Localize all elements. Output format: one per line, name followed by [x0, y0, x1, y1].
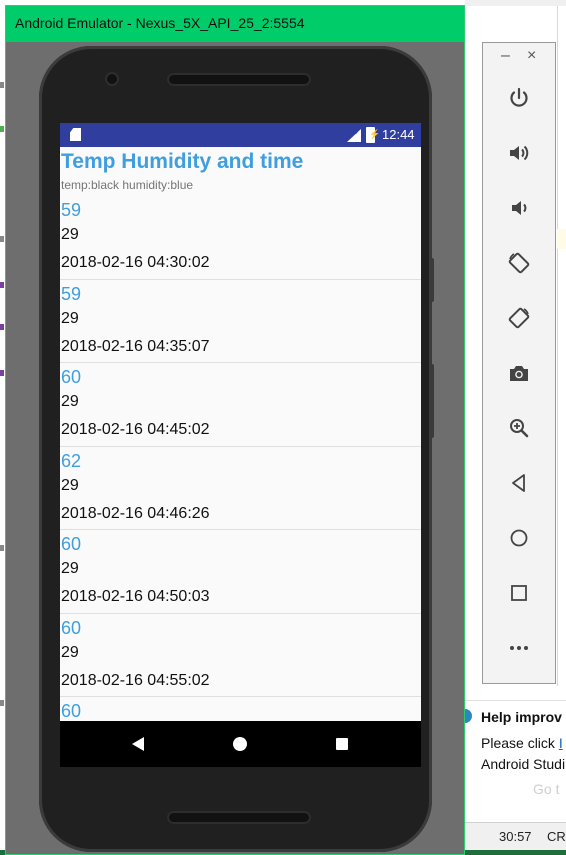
gutter-mark [0, 545, 4, 551]
desktop: Help improv Please click I Android Studi… [0, 0, 566, 855]
app-title: Temp Humidity and time [61, 150, 304, 173]
reading-time: 2018-02-16 04:55:02 [61, 671, 210, 689]
emulator-toolbar: – × [482, 42, 556, 684]
reading-humidity: 29 [61, 560, 79, 577]
notification-title: Help improv [481, 709, 562, 725]
list-item[interactable]: 59 29 2018-02-16 04:35:07 [60, 280, 421, 363]
gutter-mark [0, 236, 4, 242]
ide-editor-edge [557, 6, 558, 686]
emulator-titlebar[interactable]: Android Emulator - Nexus_5X_API_25_2:555… [6, 6, 464, 42]
reading-time: 2018-02-16 04:30:02 [61, 254, 210, 271]
list-item[interactable]: 60 29 2018-02-16 04:45:02 [60, 363, 421, 447]
camera-icon [510, 366, 528, 381]
zoom-icon [510, 419, 529, 438]
front-camera [107, 74, 117, 84]
android-status-bar: 4G ⚡ 12:44 [60, 123, 421, 147]
nav-back-icon[interactable] [132, 737, 144, 751]
reading-humidity: 29 [61, 393, 79, 410]
line-separator[interactable]: CR [547, 829, 566, 844]
home-icon [510, 529, 528, 547]
more-button[interactable] [506, 635, 532, 661]
reading-temp: 59 [61, 200, 82, 220]
reading-time: 2018-02-16 04:35:07 [61, 337, 210, 355]
android-nav-bar [60, 721, 421, 767]
power-button[interactable] [506, 85, 532, 111]
gutter-mark [0, 324, 4, 330]
power-icon [510, 87, 528, 107]
network-type: 4G [347, 127, 358, 136]
ide-status-bar: 30:57 CR [465, 822, 566, 850]
home-button[interactable] [506, 525, 532, 551]
reading-time: 2018-02-16 04:46:26 [61, 504, 210, 522]
reading-temp: 60 [61, 534, 82, 554]
reading-temp: 59 [61, 283, 82, 304]
notification-text-line2: Android Studi [481, 756, 566, 772]
reading-time: 2018-02-16 04:45:02 [61, 421, 210, 438]
rotate-left-button[interactable] [506, 250, 532, 276]
notification-link[interactable]: I [559, 735, 563, 751]
reading-temp: 62 [61, 450, 82, 471]
reading-temp: 60 [61, 367, 82, 387]
volume-side-button [430, 364, 434, 438]
emulator-window[interactable]: Android Emulator - Nexus_5X_API_25_2:555… [5, 5, 465, 855]
bottom-speaker [167, 811, 311, 824]
volume-down-button[interactable] [506, 195, 532, 221]
reading-time: 2018-02-16 04:50:03 [61, 588, 210, 605]
volume-down-icon [512, 201, 527, 215]
phone-frame: 4G ⚡ 12:44 Temp Humidity and time temp:b… [39, 46, 434, 852]
zoom-button[interactable] [506, 415, 532, 441]
screenshot-button[interactable] [506, 360, 532, 386]
list-item[interactable]: 62 29 2018-02-16 04:46:26 [60, 447, 421, 530]
gutter-mark [0, 82, 4, 88]
overview-icon [511, 585, 527, 601]
reading-humidity: 29 [61, 643, 79, 661]
battery-icon: ⚡ [366, 127, 380, 143]
ide-top-strip [465, 0, 566, 6]
notification-text: Please click I [481, 735, 563, 751]
top-speaker [167, 73, 311, 86]
overview-button[interactable] [506, 580, 532, 606]
reading-humidity: 29 [61, 226, 79, 243]
more-icon [510, 646, 528, 650]
back-icon [512, 474, 525, 492]
emulator-title: Android Emulator - Nexus_5X_API_25_2:555… [15, 15, 305, 31]
reading-temp: 60 [61, 701, 82, 721]
list-item[interactable]: 60 29 2018-02-16 04:55:02 [60, 614, 421, 697]
gutter-mark [0, 700, 4, 706]
list-item[interactable]: 60 29 2018-02-16 04:50:03 [60, 530, 421, 614]
cursor-position[interactable]: 30:57 [499, 829, 532, 844]
status-clock: 12:44 [382, 127, 415, 142]
gutter-mark [0, 370, 4, 376]
sd-card-icon [70, 128, 81, 141]
phone-screen[interactable]: 4G ⚡ 12:44 Temp Humidity and time temp:b… [60, 123, 421, 767]
list-item[interactable]: 59 29 2018-02-16 04:30:02 [60, 196, 421, 280]
rotate-left-icon [508, 252, 530, 274]
notification-ghost-text: Go t [533, 781, 560, 797]
reading-humidity: 29 [61, 476, 79, 494]
nav-recents-icon[interactable] [336, 738, 348, 750]
gutter-mark [0, 282, 4, 288]
app-subtitle: temp:black humidity:blue [61, 178, 194, 192]
notification-text-prefix: Please click [481, 735, 559, 751]
readings-list[interactable]: 59 29 2018-02-16 04:30:02 59 29 2018-02-… [60, 196, 421, 767]
reading-temp: 60 [61, 617, 82, 638]
volume-up-icon [510, 145, 529, 161]
charging-bolt-icon: ⚡ [369, 129, 381, 139]
back-button[interactable] [506, 470, 532, 496]
nav-home-icon[interactable] [233, 737, 247, 751]
close-button[interactable]: × [527, 47, 536, 65]
power-side-button [430, 258, 434, 302]
minimize-button[interactable]: – [501, 47, 510, 65]
help-improve-notification[interactable]: Help improv Please click I Android Studi… [458, 700, 566, 797]
gutter-mark [0, 126, 4, 132]
rotate-right-icon [508, 307, 530, 329]
volume-up-button[interactable] [506, 140, 532, 166]
rotate-right-button[interactable] [506, 305, 532, 331]
ide-highlighted-line [557, 229, 566, 249]
reading-humidity: 29 [61, 309, 79, 327]
